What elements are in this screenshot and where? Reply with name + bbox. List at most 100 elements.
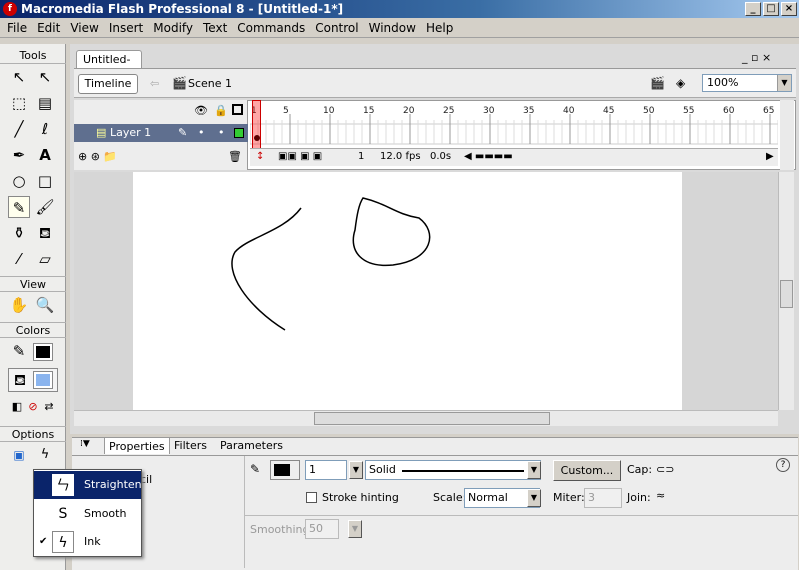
frame-number: 10	[323, 106, 335, 116]
menu-insert[interactable]: Insert	[104, 21, 148, 35]
rectangle-tool-icon[interactable]: □	[34, 170, 56, 192]
smoothing-field[interactable]: 50	[305, 519, 339, 539]
stroke-size-field[interactable]: 1	[305, 460, 347, 480]
tools-header: Tools	[0, 48, 66, 64]
menu-text[interactable]: Text	[198, 21, 232, 35]
menu-control[interactable]: Control	[310, 21, 363, 35]
flash-app-icon: f	[3, 2, 17, 16]
miter-field[interactable]: 3	[584, 488, 622, 508]
help-icon[interactable]: ?	[776, 458, 790, 472]
onion-skin-icons[interactable]: ▣▣ ▣ ▣	[278, 149, 322, 165]
stroke-hinting-checkbox[interactable]	[306, 492, 317, 503]
edit-symbols-icon[interactable]: ◈	[676, 76, 685, 90]
menu-commands[interactable]: Commands	[232, 21, 310, 35]
fill-color-swatch[interactable]	[33, 371, 53, 389]
chevron-down-icon[interactable]: ▼	[348, 520, 362, 538]
chevron-down-icon[interactable]: ▼	[527, 489, 541, 507]
gradient-transform-tool-icon[interactable]: ▤	[34, 92, 56, 114]
insert-layer-icon[interactable]: ⊕ ⊛ 📁	[78, 150, 117, 163]
checkmark-icon: ✔	[39, 536, 48, 547]
edit-scene-icon[interactable]: 🎬	[650, 76, 665, 90]
cap-style-icon[interactable]: ⊂⊃	[656, 463, 674, 476]
menu-item-smooth[interactable]: S Smooth	[34, 500, 141, 528]
frame-number: 65	[763, 106, 775, 116]
custom-button[interactable]: Custom...	[553, 460, 621, 481]
hand-tool-icon[interactable]: ✋	[8, 294, 30, 316]
line-tool-icon[interactable]: ╱	[8, 118, 30, 140]
chevron-down-icon[interactable]: ▼	[777, 75, 791, 91]
vscroll-thumb[interactable]	[780, 280, 793, 308]
panel-collapse-icon[interactable]: ⁞▼	[80, 439, 90, 449]
join-style-icon[interactable]: ≈	[656, 489, 665, 502]
zoom-value: 100%	[707, 76, 739, 89]
frame-number: 55	[683, 106, 695, 116]
timeline-button[interactable]: Timeline	[78, 74, 138, 94]
stroke-curve[interactable]	[231, 207, 302, 331]
text-tool-icon[interactable]: A	[34, 144, 56, 166]
menu-item-ink[interactable]: ✔ ϟ Ink	[34, 528, 141, 556]
stage-hscroll[interactable]	[74, 410, 778, 426]
eye-icon[interactable]: 👁	[194, 104, 208, 117]
join-label: Join:	[627, 491, 651, 504]
outline-icon[interactable]	[232, 104, 243, 115]
frame-number: 5	[283, 106, 289, 116]
eyedropper-tool-icon[interactable]: ⁄	[8, 248, 30, 270]
stage-vscroll[interactable]	[778, 172, 794, 410]
menu-modify[interactable]: Modify	[148, 21, 198, 35]
stroke-color-swatch[interactable]	[33, 343, 53, 361]
stage-canvas[interactable]	[133, 172, 682, 410]
timeline-vscroll[interactable]	[780, 100, 794, 170]
pencil-mode-icon[interactable]: ϟ	[34, 444, 56, 466]
chevron-down-icon[interactable]: ▼	[527, 461, 541, 479]
ink-bottle-tool-icon[interactable]: ⚱	[8, 222, 30, 244]
dot-icon: •	[198, 126, 205, 139]
stroke-color-picker[interactable]	[270, 460, 300, 480]
menu-file[interactable]: File	[2, 21, 32, 35]
doc-window-controls[interactable]: _ ▫ ×	[742, 51, 771, 64]
lasso-tool-icon[interactable]: ℓ	[34, 118, 56, 140]
close-button[interactable]: ×	[781, 2, 797, 16]
maximize-button[interactable]: □	[763, 2, 779, 16]
menu-item-straighten[interactable]: ㄣ Straighten	[34, 471, 142, 499]
pen-tool-icon[interactable]: ✒	[8, 144, 30, 166]
zoom-select[interactable]: 100% ▼	[702, 74, 792, 92]
hscroll-thumb[interactable]	[314, 412, 550, 425]
scale-label: Scale:	[433, 491, 467, 504]
timeline-hscroll[interactable]: ◀ ▬▬▬▬	[464, 149, 513, 165]
layer-row[interactable]: ▤ Layer 1 ✎ • •	[74, 124, 248, 142]
straighten-icon: ㄣ	[52, 474, 74, 496]
menu-help[interactable]: Help	[421, 21, 458, 35]
options-header: Options	[0, 426, 66, 442]
eraser-tool-icon[interactable]: ▱	[34, 248, 56, 270]
stroke-style-select[interactable]: Solid	[365, 460, 541, 480]
minimize-button[interactable]: _	[745, 2, 761, 16]
paint-bucket-tool-icon[interactable]: ⛾	[34, 222, 56, 244]
layer-name: Layer 1	[110, 126, 152, 139]
document-tab[interactable]: Untitled-1*	[76, 50, 142, 83]
playhead[interactable]	[252, 100, 261, 150]
oval-tool-icon[interactable]: ○	[8, 170, 30, 192]
selection-tool-icon[interactable]: ↖	[8, 66, 30, 88]
center-frame-icon[interactable]: ↕	[256, 149, 264, 165]
menu-view[interactable]: View	[65, 21, 103, 35]
brush-tool-icon[interactable]: 🖌	[34, 196, 56, 218]
menu-bar: File Edit View Insert Modify Text Comman…	[0, 18, 799, 38]
back-arrow-icon[interactable]: ⇦	[150, 77, 159, 90]
zoom-tool-icon[interactable]: 🔍	[34, 294, 56, 316]
tab-filters[interactable]: Filters	[170, 437, 211, 454]
subselection-tool-icon[interactable]: ↖	[34, 66, 56, 88]
scroll-right-icon[interactable]: ▶	[766, 149, 774, 165]
trash-icon[interactable]: 🗑	[228, 150, 242, 163]
object-drawing-icon[interactable]: ▣	[8, 444, 30, 466]
tab-parameters[interactable]: Parameters	[216, 437, 287, 454]
menu-edit[interactable]: Edit	[32, 21, 65, 35]
tab-properties[interactable]: Properties	[104, 437, 170, 454]
stroke-blob[interactable]	[352, 197, 431, 267]
menu-window[interactable]: Window	[364, 21, 421, 35]
stroke-hinting-label: Stroke hinting	[322, 491, 399, 504]
free-transform-tool-icon[interactable]: ⬚	[8, 92, 30, 114]
swap-colors-icon[interactable]: ⇄	[38, 396, 60, 418]
lock-icon[interactable]: 🔒	[214, 104, 228, 117]
chevron-down-icon[interactable]: ▼	[349, 461, 363, 479]
pencil-tool-icon[interactable]: ✎	[8, 196, 30, 218]
